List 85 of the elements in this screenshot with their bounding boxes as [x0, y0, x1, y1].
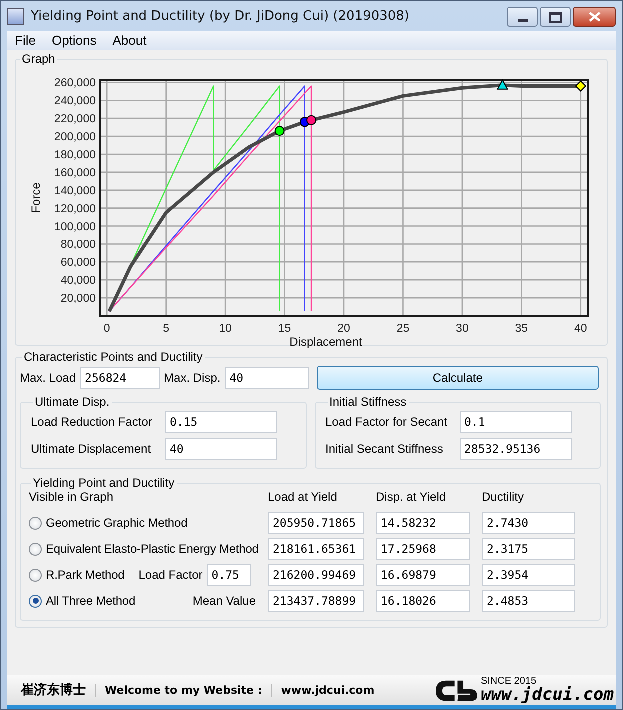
input-field[interactable]: 2.4853 — [482, 590, 575, 612]
tick-label: 200,000 — [54, 132, 96, 144]
field-label: Load Factor — [138, 568, 203, 582]
input-field[interactable]: 40 — [165, 438, 277, 460]
tick-label: 220,000 — [54, 114, 96, 126]
menu-item[interactable]: Options — [52, 33, 97, 48]
input-field[interactable]: 216200.99469 — [268, 564, 364, 586]
tick-label: 20 — [338, 323, 350, 335]
radio-button[interactable] — [29, 542, 42, 556]
tick-label: 160,000 — [54, 167, 96, 180]
tick-label: 30 — [456, 323, 469, 335]
radio-label[interactable]: Equivalent Elasto-Plastic Energy Method — [46, 542, 259, 556]
tick-label: 180,000 — [54, 149, 96, 162]
tick-label: 40,000 — [60, 275, 96, 288]
input-field[interactable]: 2.7430 — [482, 512, 575, 534]
tick-label: 80,000 — [60, 239, 96, 252]
tick-label: 15 — [278, 323, 292, 335]
minimize-icon — [518, 18, 528, 22]
input-field[interactable]: 17.25968 — [376, 538, 470, 560]
field-label: Mean Value — [192, 594, 256, 608]
status-text: Welcome to my Website : — [95, 684, 272, 696]
group-title: Graph — [21, 52, 56, 66]
tick-label: 40 — [574, 323, 588, 335]
tick-label: 20,000 — [60, 293, 96, 306]
group-title: Initial Stiffness — [328, 395, 408, 409]
radio-button[interactable] — [29, 594, 42, 608]
field-label: Load Reduction Factor — [31, 415, 154, 429]
input-field[interactable]: 28532.95136 — [460, 438, 572, 460]
tick-label: 10 — [219, 323, 232, 335]
tick-label: 120,000 — [54, 203, 96, 216]
maximize-icon — [549, 12, 562, 22]
close-button[interactable] — [573, 7, 616, 27]
axis-title: Displacement — [290, 335, 362, 349]
tick-label: 100,000 — [54, 221, 96, 234]
axis-title: Force — [29, 182, 43, 214]
tick-label: 260,000 — [54, 78, 96, 90]
input-field[interactable]: 16.18026 — [376, 590, 470, 612]
column-header: Disp. at Yield — [376, 490, 448, 506]
column-header: Load at Yield — [268, 490, 338, 506]
close-icon — [588, 12, 600, 22]
window-title: Yielding Point and Ductility (by Dr. JiDong Cui) (20190308) — [31, 8, 410, 24]
input-field[interactable]: 205950.71865 — [268, 512, 364, 534]
minimize-button[interactable] — [507, 7, 538, 27]
tick-label: 35 — [515, 323, 528, 335]
column-header: Ductility — [482, 490, 526, 506]
input-field[interactable]: 40 — [224, 367, 309, 389]
input-field[interactable]: 0.1 — [460, 411, 572, 433]
input-field[interactable]: 256824 — [80, 367, 160, 389]
input-field[interactable]: 2.3175 — [482, 538, 575, 560]
tick-label: 60,000 — [60, 257, 96, 270]
field-label: Load Factor for Secant — [326, 415, 449, 429]
status-text: 崔济东博士 — [20, 682, 87, 699]
field-label: Max. Load — [20, 371, 76, 385]
menu-item[interactable]: About — [112, 33, 147, 48]
field-label: Max. Disp. — [164, 371, 221, 385]
input-field[interactable]: 16.69879 — [376, 564, 470, 586]
input-field[interactable]: 2.3954 — [482, 564, 575, 586]
logo-url: www.jdcui.com — [480, 686, 614, 704]
tick-label: 140,000 — [54, 185, 96, 198]
input-field[interactable]: 213437.78899 — [268, 590, 364, 612]
tick-label: 5 — [163, 323, 170, 335]
radio-label[interactable]: All Three Method — [46, 594, 136, 608]
menu-item[interactable]: File — [15, 33, 36, 48]
radio-label[interactable]: R.Park Method — [46, 568, 125, 582]
column-header: Visible in Graph — [29, 490, 114, 506]
app-icon — [7, 8, 24, 24]
input-field[interactable]: 0.75 — [206, 564, 251, 586]
radio-button[interactable] — [29, 516, 42, 530]
tick-label: 25 — [396, 323, 410, 335]
input-field[interactable]: 218161.65361 — [268, 538, 364, 560]
group-title: Ultimate Disp. — [34, 395, 111, 409]
maximize-button[interactable] — [540, 7, 571, 27]
input-field[interactable]: 14.58232 — [376, 512, 470, 534]
tick-label: 0 — [104, 323, 110, 335]
field-label: Initial Secant Stiffness — [326, 442, 444, 456]
status-text: www.jdcui.com — [271, 684, 384, 696]
field-label: Ultimate Displacement — [31, 442, 152, 456]
input-field[interactable]: 0.15 — [165, 411, 277, 433]
calculate-button[interactable]: Calculate — [316, 366, 599, 390]
radio-label[interactable]: Geometric Graphic Method — [46, 516, 188, 530]
tick-label: 240,000 — [54, 96, 96, 108]
group-title: Yielding Point and Ductility — [32, 476, 176, 490]
group-title: Characteristic Points and Ductility — [23, 350, 204, 364]
radio-button[interactable] — [29, 568, 42, 582]
logo-tagline: SINCE 2015 — [480, 676, 537, 686]
